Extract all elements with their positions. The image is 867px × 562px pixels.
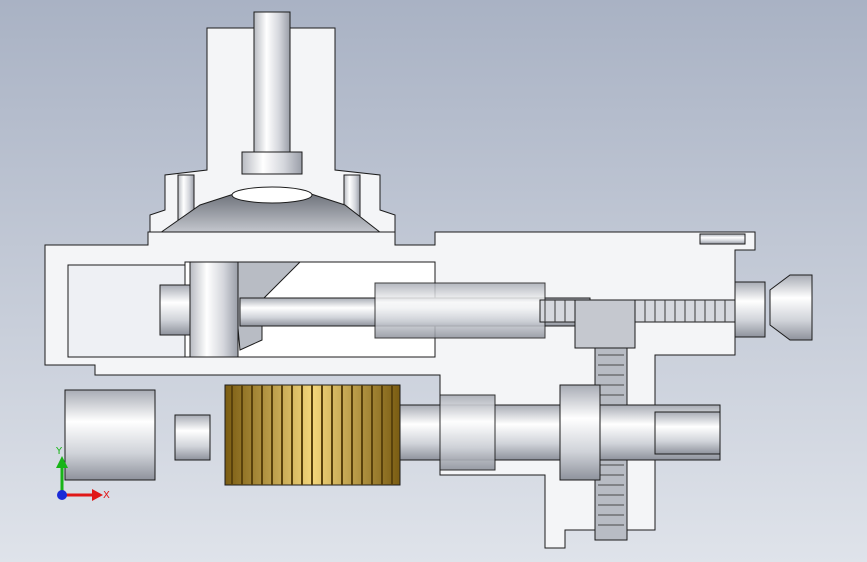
lower-bearing-right: [559, 384, 601, 481]
lower-bearing-left: [439, 394, 496, 471]
upper-shaft-sleeve: [374, 282, 546, 339]
left-motor-end: [64, 389, 156, 481]
left-end-nut: [159, 284, 191, 336]
right-bearing: [734, 281, 766, 338]
hob-coupling-nut: [174, 414, 211, 461]
shaft-collar: [241, 151, 303, 175]
worm-screw: [539, 299, 741, 323]
lower-shaft-step: [654, 411, 721, 455]
bevel-gear-hub: [189, 261, 239, 358]
cone-top-ring: [231, 186, 313, 204]
right-end-fitting: [769, 274, 813, 341]
top-right-pin: [699, 233, 746, 245]
pinion-gear: [574, 299, 636, 349]
cad-viewport[interactable]: [0, 0, 867, 562]
vertical-input-shaft: [253, 11, 291, 163]
